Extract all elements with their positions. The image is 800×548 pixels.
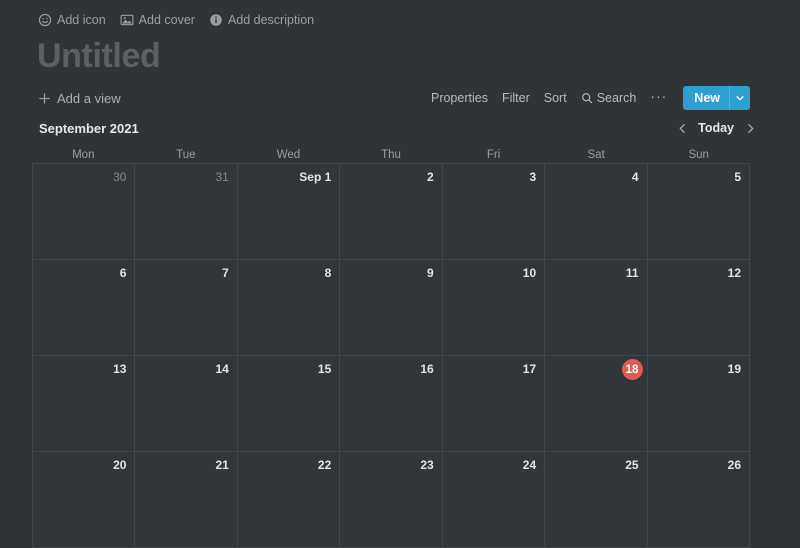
day-number: 11 (625, 266, 639, 280)
day-number-today: 18 (621, 359, 643, 380)
calendar-day-cell[interactable]: 26 (647, 452, 750, 548)
calendar-view: September 2021 Today Mon Tue Wed Thu Fri Sat S… (0, 117, 800, 548)
plus-icon (38, 92, 51, 105)
add-icon-label: Add icon (57, 12, 106, 27)
calendar-header: September 2021 Today (0, 117, 800, 139)
view-bar: Add a view Properties Filter Sort Search… (0, 83, 800, 113)
add-description-label: Add description (227, 12, 315, 27)
calendar-day-cell[interactable]: 24 (442, 452, 546, 548)
day-number: 31 (215, 170, 229, 184)
page-title[interactable]: Untitled (37, 35, 800, 77)
calendar-day-cell[interactable]: 20 (33, 452, 136, 548)
smiley-icon (38, 13, 52, 27)
calendar-weekday-header: Mon Tue Wed Thu Fri Sat Sun (0, 147, 800, 163)
properties-button[interactable]: Properties (431, 92, 488, 105)
day-number: 26 (727, 458, 741, 472)
day-number: 7 (222, 266, 229, 280)
calendar-day-cell[interactable]: 11 (545, 260, 648, 356)
view-toolbar: Properties Filter Sort Search ··· New (431, 86, 750, 110)
calendar-nav: Today (676, 121, 756, 135)
calendar-day-cell[interactable]: 5 (647, 164, 750, 260)
day-number: 3 (529, 170, 537, 184)
add-cover-label: Add cover (138, 12, 195, 27)
add-a-view-label: Add a view (57, 90, 121, 106)
calendar-day-cell[interactable]: 17 (442, 356, 546, 452)
chevron-left-icon[interactable] (676, 121, 688, 135)
day-number: 17 (522, 362, 537, 376)
day-number: 25 (625, 458, 639, 472)
image-icon (120, 13, 134, 27)
day-number: 22 (317, 458, 332, 472)
weekday-label-thu: Thu (381, 149, 401, 161)
day-number: Sep 1 (299, 170, 332, 184)
calendar-day-cell[interactable]: 23 (340, 452, 443, 548)
calendar-day-cell[interactable]: 21 (135, 452, 238, 548)
calendar-day-cell[interactable]: 8 (237, 260, 341, 356)
calendar-day-cell[interactable]: 6 (33, 260, 136, 356)
chevron-down-icon[interactable] (729, 86, 750, 110)
calendar-day-cell[interactable]: 9 (340, 260, 443, 356)
add-icon-button[interactable]: Add icon (38, 13, 106, 27)
day-number: 8 (324, 266, 332, 280)
weekday-label-sat: Sat (587, 149, 605, 161)
page-meta-actions: Add icon Add cover Add description (0, 0, 800, 29)
new-button[interactable]: New (683, 86, 750, 110)
sort-button[interactable]: Sort (544, 92, 567, 105)
weekday-label-sun: Sun (688, 149, 709, 161)
calendar-day-cell[interactable]: 25 (545, 452, 648, 548)
calendar-day-cell[interactable]: 4 (545, 164, 648, 260)
day-number: 10 (522, 266, 537, 280)
day-number: 9 (427, 266, 434, 280)
add-a-view-button[interactable]: Add a view (38, 91, 121, 106)
chevron-right-icon[interactable] (744, 121, 756, 135)
calendar-day-cell[interactable]: 13 (33, 356, 136, 452)
weekday-label-fri: Fri (486, 149, 501, 161)
add-description-button[interactable]: Add description (209, 13, 314, 27)
calendar-day-cell[interactable]: 18 (545, 356, 648, 452)
day-number: 23 (420, 458, 434, 472)
calendar-day-cell[interactable]: 30 (33, 164, 136, 260)
calendar-day-cell[interactable]: 15 (237, 356, 341, 452)
day-number: 13 (113, 362, 127, 376)
filter-button[interactable]: Filter (502, 92, 530, 105)
calendar-day-cell[interactable]: 31 (135, 164, 238, 260)
day-number: 16 (420, 362, 434, 376)
day-number: 4 (631, 170, 639, 184)
calendar-day-cell[interactable]: 22 (237, 452, 341, 548)
day-number: 19 (727, 362, 741, 376)
day-number: 30 (113, 170, 127, 184)
calendar-day-cell[interactable]: 14 (135, 356, 238, 452)
day-number: 2 (427, 170, 434, 184)
add-cover-button[interactable]: Add cover (120, 13, 195, 27)
day-number: 14 (215, 362, 229, 376)
calendar-day-cell[interactable]: Sep 1 (237, 164, 341, 260)
calendar-grid-wrapper: 30 31 Sep 1 2 3 4 5 6 7 8 9 10 11 12 13 14 15 16 17 18 19 20 2… (0, 163, 800, 548)
day-number: 12 (727, 266, 741, 280)
calendar-day-cell[interactable]: 16 (340, 356, 443, 452)
weekday-label-wed: Wed (276, 149, 301, 161)
day-number: 21 (215, 458, 229, 472)
weekday-label-mon: Mon (72, 149, 95, 161)
day-number: 6 (119, 266, 127, 280)
day-number: 20 (113, 458, 127, 472)
calendar-day-cell[interactable]: 2 (340, 164, 443, 260)
search-label: Search (596, 90, 637, 105)
more-options-icon[interactable]: ··· (650, 89, 667, 107)
day-number: 5 (734, 170, 741, 184)
today-button[interactable]: Today (698, 122, 734, 135)
weekday-label-tue: Tue (176, 149, 196, 161)
calendar-day-cell[interactable]: 10 (442, 260, 546, 356)
calendar-day-cell[interactable]: 12 (647, 260, 750, 356)
day-number: 15 (317, 362, 332, 376)
calendar-day-cell[interactable]: 7 (135, 260, 238, 356)
new-button-label: New (694, 91, 720, 105)
info-icon (209, 13, 223, 27)
day-number: 24 (522, 458, 537, 472)
search-icon (581, 92, 593, 104)
calendar-month-label: September 2021 (39, 120, 139, 136)
calendar-day-cell[interactable]: 3 (442, 164, 546, 260)
calendar-grid: 30 31 Sep 1 2 3 4 5 6 7 8 9 10 11 12 13 14 15 16 17 18 19 20 2… (32, 163, 750, 548)
search-button[interactable]: Search (581, 90, 637, 105)
calendar-day-cell[interactable]: 19 (647, 356, 750, 452)
